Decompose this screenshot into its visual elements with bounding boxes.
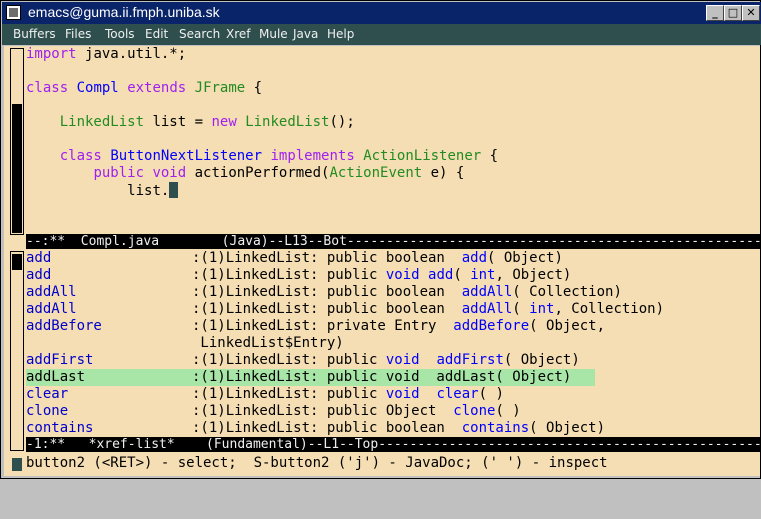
xref-mode-line[interactable]: -1:** *xref-list* (Fundamental)--L1--Top… — [26, 437, 760, 452]
close-button[interactable]: ✕ — [742, 5, 760, 21]
menu-bar: Buffers Files Tools Edit Search Xref Mul… — [2, 24, 761, 45]
xref-scrollbar-thumb[interactable] — [12, 254, 22, 270]
list-item-selected[interactable]: addLast:(1)LinkedList: public void addLa… — [26, 369, 595, 386]
menu-tools[interactable]: Tools — [105, 24, 135, 45]
text-cursor — [169, 182, 179, 198]
window-title: emacs@guma.ii.fmph.uniba.sk — [28, 4, 220, 20]
menu-xref[interactable]: Xref — [226, 24, 251, 45]
minibuffer-cursor — [12, 458, 22, 471]
menu-edit[interactable]: Edit — [145, 24, 168, 45]
code-line: public void actionPerformed(ActionEvent … — [93, 165, 465, 181]
maximize-button[interactable]: □ — [724, 5, 742, 21]
menu-buffers[interactable]: Buffers — [13, 24, 56, 45]
echo-message: button2 (<RET>) - select; S-button2 ('j'… — [26, 455, 608, 471]
code-line: list. — [26, 182, 179, 199]
code-line: LinkedList list = new LinkedList(); — [59, 114, 355, 130]
menu-files[interactable]: Files — [65, 24, 91, 45]
code-line: class Compl extends JFrame { — [26, 80, 263, 96]
xref-scrollbar[interactable] — [10, 251, 24, 451]
title-bar[interactable]: emacs@guma.ii.fmph.uniba.sk _ □ ✕ — [2, 2, 761, 24]
code-scrollbar-thumb[interactable] — [12, 104, 22, 233]
echo-area[interactable]: button2 (<RET>) - select; S-button2 ('j'… — [4, 455, 760, 473]
menu-mule[interactable]: Mule — [259, 24, 288, 45]
code-scrollbar[interactable] — [10, 48, 24, 235]
code-line: class ButtonNextListener implements Acti… — [59, 148, 499, 164]
window-menu-icon[interactable] — [6, 5, 21, 20]
emacs-frame: import java.util.*; class Compl extends … — [4, 46, 760, 476]
code-line: import java.util.*; — [26, 46, 187, 62]
menu-help[interactable]: Help — [327, 24, 354, 45]
code-mode-line[interactable]: --:** Compl.java (Java)--L13--Bot-------… — [26, 234, 760, 249]
menu-java[interactable]: Java — [293, 24, 318, 45]
emacs-window: emacs@guma.ii.fmph.uniba.sk _ □ ✕ Buffer… — [0, 0, 761, 479]
menu-search[interactable]: Search — [179, 24, 220, 45]
minimize-button[interactable]: _ — [706, 5, 724, 21]
